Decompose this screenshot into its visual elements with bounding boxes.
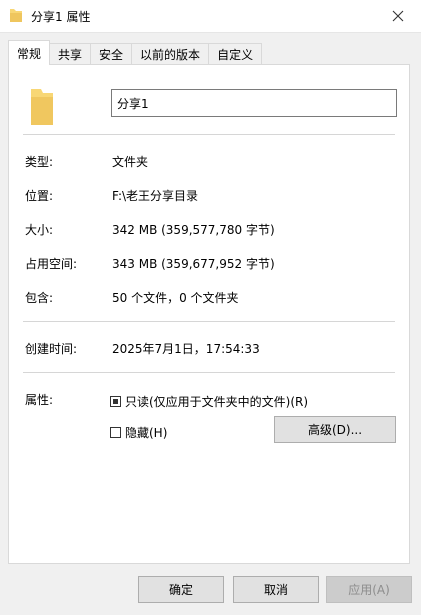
attributes-label: 属性: [25, 393, 54, 407]
created-value: 2025年7月1日，17:54:33 [112, 342, 260, 356]
tab-previous-versions[interactable]: 以前的版本 [131, 43, 210, 65]
separator [23, 134, 395, 135]
ok-button[interactable]: 确定 [138, 576, 224, 603]
readonly-checkbox[interactable] [110, 396, 121, 407]
tab-customize[interactable]: 自定义 [208, 43, 263, 65]
separator [23, 372, 395, 373]
folder-icon [10, 9, 22, 22]
separator [23, 321, 395, 322]
hidden-checkbox[interactable] [110, 427, 121, 438]
contains-label: 包含: [25, 291, 54, 305]
disk-size-value: 343 MB (359,677,952 字节) [112, 257, 275, 271]
readonly-checkbox-row[interactable]: 只读(仅应用于文件夹中的文件)(R) [110, 393, 308, 410]
created-label: 创建时间: [25, 342, 78, 356]
disk-size-label: 占用空间: [25, 257, 78, 271]
title-bar: 分享1 属性 [0, 0, 421, 33]
contains-value: 50 个文件，0 个文件夹 [112, 291, 239, 305]
close-icon [392, 10, 404, 22]
tab-general[interactable]: 常规 [8, 40, 51, 65]
hidden-checkbox-row[interactable]: 隐藏(H) [110, 424, 167, 441]
size-label: 大小: [25, 223, 54, 237]
location-value: F:\老王分享目录 [112, 189, 199, 203]
window-title: 分享1 属性 [31, 10, 91, 24]
location-label: 位置: [25, 189, 54, 203]
cancel-button[interactable]: 取消 [233, 576, 319, 603]
tab-sharing[interactable]: 共享 [49, 43, 92, 65]
general-panel: 类型: 文件夹 位置: F:\老王分享目录 大小: 342 MB (359,57… [8, 64, 410, 564]
tab-security[interactable]: 安全 [90, 43, 133, 65]
tab-strip: 常规 共享 安全 以前的版本 自定义 [8, 40, 263, 65]
type-value: 文件夹 [112, 155, 149, 169]
readonly-label: 只读(仅应用于文件夹中的文件)(R) [125, 395, 309, 409]
folder-large-icon [31, 89, 53, 125]
type-label: 类型: [25, 155, 54, 169]
close-button[interactable] [375, 0, 421, 32]
advanced-button[interactable]: 高级(D)... [274, 416, 396, 443]
folder-name-input[interactable] [111, 89, 397, 117]
apply-button[interactable]: 应用(A) [326, 576, 412, 603]
size-value: 342 MB (359,577,780 字节) [112, 223, 275, 237]
hidden-label: 隐藏(H) [125, 426, 168, 440]
